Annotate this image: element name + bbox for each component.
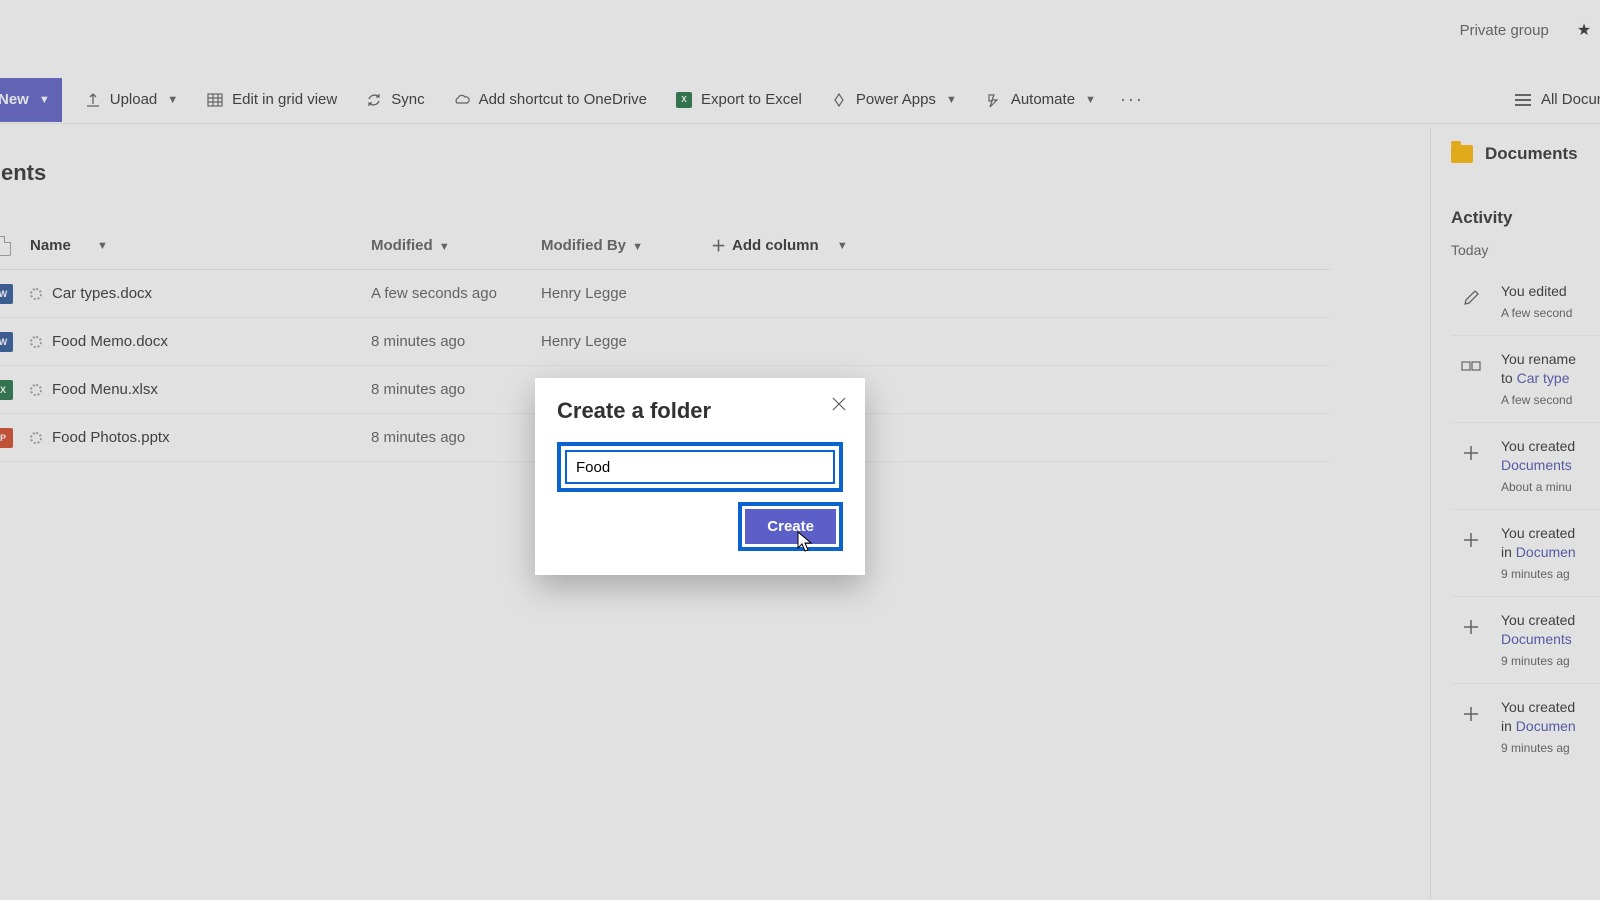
folder-name-input[interactable] — [565, 450, 835, 484]
create-button-highlight: Create — [738, 502, 843, 551]
create-button[interactable]: Create — [745, 509, 836, 544]
folder-name-highlight — [557, 442, 843, 492]
close-button[interactable] — [829, 394, 849, 414]
dialog-title: Create a folder — [557, 398, 843, 424]
create-folder-dialog: Create a folder Create — [535, 378, 865, 575]
